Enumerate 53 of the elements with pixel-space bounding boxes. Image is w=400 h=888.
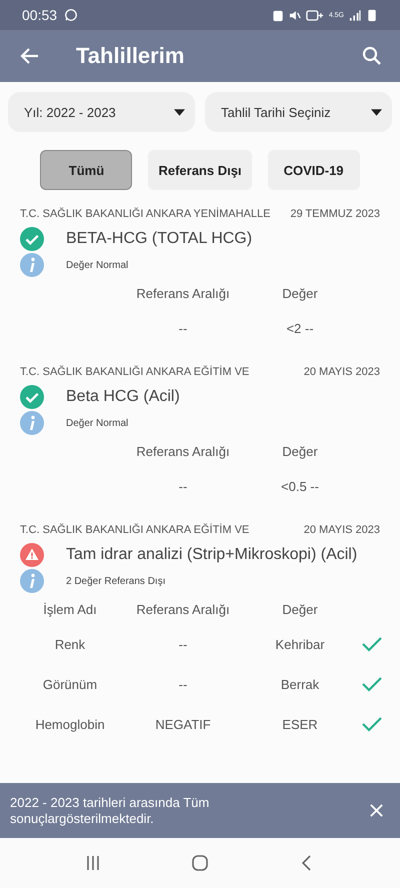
test-name: Beta HCG (Acil): [66, 388, 180, 406]
signal-icon: [349, 8, 361, 22]
result-date: 20 MAYIS 2023: [304, 524, 380, 536]
column-header: Değer: [282, 286, 318, 300]
column-header: Referans Aralığı: [136, 602, 230, 616]
dropdown[interactable]: Yıl: 2022 - 2023: [8, 92, 195, 132]
check-circle-icon: [20, 385, 44, 409]
table-cell: NEGATIF: [155, 716, 211, 732]
warning-icon: [20, 543, 44, 567]
filter-tab[interactable]: Tümü: [40, 150, 132, 190]
dropdown-caret-icon: [371, 108, 382, 116]
battery-icon: [366, 8, 378, 22]
table-cell: Hemoglobin: [35, 716, 105, 732]
result-date: 29 TEMMUZ 2023: [290, 208, 380, 220]
page-title: Tahlillerim: [76, 43, 184, 69]
dropdown[interactable]: Tahlil Tarihi Seçiniz: [205, 92, 392, 132]
institution-name: T.C. SAĞLIK BAKANLIĞI ANKARA EĞİTİM VE: [20, 524, 250, 536]
test-name: Tam idrar analizi (Strip+Mikroskopi) (Acil): [66, 546, 358, 564]
column-header: Değer: [282, 444, 318, 458]
column-header: Değer: [282, 602, 318, 616]
table-cell: Berrak: [280, 676, 320, 692]
column-header: Referans Aralığı: [136, 444, 230, 458]
column-header: Referans Aralığı: [136, 286, 230, 300]
snackbar-message: 2022 - 2023 tarihleri arasında Tüm sonuçlargösterilmektedir.: [10, 794, 210, 826]
table-cell: Görünüm: [42, 676, 98, 692]
table-cell: ESER: [282, 716, 318, 732]
table-cell: <2 --: [286, 320, 314, 336]
status-time: 00:53: [22, 7, 58, 23]
result-summary: Değer Normal: [66, 260, 128, 270]
result-date: 20 MAYIS 2023: [304, 366, 380, 378]
institution-name: T.C. SAĞLIK BAKANLIĞI ANKARA YENİMAHALLE: [20, 208, 270, 220]
chat-icon: [64, 8, 78, 22]
filter-tab[interactable]: Referans Dışı: [148, 150, 252, 190]
institution-name: T.C. SAĞLIK BAKANLIĞI ANKARA EĞİTİM VE: [20, 366, 250, 378]
search-icon[interactable]: [362, 46, 382, 66]
table-cell: Renk: [54, 636, 86, 652]
back-arrow-icon[interactable]: [20, 46, 40, 66]
test-name: BETA-HCG (TOTAL HCG): [66, 230, 252, 248]
table-cell: --: [178, 676, 188, 692]
table-cell: --: [178, 478, 188, 494]
home-icon[interactable]: [190, 854, 209, 872]
column-header: İşlem Adı: [43, 602, 97, 616]
dropdown-caret-icon: [174, 108, 185, 116]
table-cell: --: [178, 320, 188, 336]
table-cell: Kehribar: [275, 636, 325, 652]
table-cell: --: [178, 636, 188, 652]
check-circle-icon: [20, 227, 44, 251]
filter-tab[interactable]: COVID-19: [268, 150, 360, 190]
mute-icon: [288, 8, 301, 22]
close-icon[interactable]: [369, 803, 384, 818]
result-summary: 2 Değer Referans Dışı: [66, 576, 166, 586]
table-cell: <0.5 --: [281, 478, 319, 494]
result-summary: Değer Normal: [66, 418, 128, 428]
